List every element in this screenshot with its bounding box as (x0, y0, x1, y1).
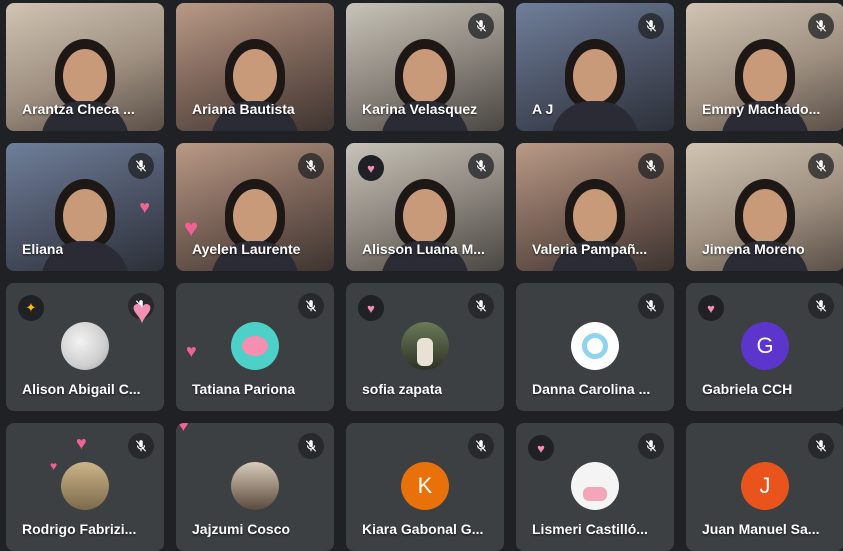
participant-tile[interactable]: ✦ ♥ Alison Abigail C... (6, 283, 164, 411)
mic-off-icon (128, 433, 154, 459)
avatar (61, 462, 109, 510)
participant-name: Tatiana Pariona (192, 381, 296, 397)
participant-tile[interactable]: Emmy Machado... (686, 3, 843, 131)
heart-icon: ♥ (76, 433, 87, 453)
participant-tile[interactable]: ♥ Jajzumi Cosco (176, 423, 334, 551)
participant-name: Karina Velasquez (362, 101, 478, 117)
participant-tile[interactable]: ♥ Ayelen Laurente (176, 143, 334, 271)
mic-off-icon (638, 433, 664, 459)
heart-icon: ♥ (184, 215, 199, 242)
heart-icon: ♥ (131, 293, 152, 331)
mic-off-icon (128, 153, 154, 179)
mic-off-icon (298, 293, 324, 319)
participant-name: Valeria Pampañ... (532, 241, 648, 257)
participant-grid: Arantza Checa ... Ariana Bautista Karina… (6, 3, 843, 551)
avatar (231, 462, 279, 510)
participant-tile[interactable]: Valeria Pampañ... (516, 143, 674, 271)
participant-tile[interactable]: Arantza Checa ... (6, 3, 164, 131)
avatar (231, 322, 279, 370)
mic-off-icon (808, 293, 834, 319)
heart-icon: ♥ (358, 295, 384, 321)
participant-name: Alisson Luana M... (362, 241, 485, 257)
heart-icon: ♥ (358, 155, 384, 181)
mic-off-icon (468, 153, 494, 179)
participant-tile[interactable]: Karina Velasquez (346, 3, 504, 131)
participant-video (549, 35, 641, 131)
heart-icon: ♥ (698, 295, 724, 321)
avatar (571, 462, 619, 510)
avatar (61, 322, 109, 370)
heart-icon: ♥ (50, 459, 58, 473)
participant-name: Emmy Machado... (702, 101, 821, 117)
participant-tile[interactable]: ♥ ♥ Rodrigo Fabrizi... (6, 423, 164, 551)
participant-tile[interactable]: ♥ G Gabriela CCH (686, 283, 843, 411)
participant-name: sofia zapata (362, 381, 443, 397)
participant-tile[interactable]: ♥ Eliana (6, 143, 164, 271)
mic-off-icon (808, 433, 834, 459)
participant-name: Kiara Gabonal G... (362, 521, 484, 537)
heart-icon: ♥ (178, 423, 189, 435)
participant-tile[interactable]: ♥ sofia zapata (346, 283, 504, 411)
participant-tile[interactable]: J Juan Manuel Sa... (686, 423, 843, 551)
mic-off-icon (468, 433, 494, 459)
avatar: G (741, 322, 789, 370)
participant-tile[interactable]: A J (516, 3, 674, 131)
participant-tile[interactable]: ♥ Alisson Luana M... (346, 143, 504, 271)
mic-off-icon (638, 293, 664, 319)
participant-name: Arantza Checa ... (22, 101, 135, 117)
participant-tile[interactable]: ♥ Tatiana Pariona (176, 283, 334, 411)
avatar (571, 322, 619, 370)
heart-icon: ♥ (186, 341, 197, 361)
participant-name: Danna Carolina ... (532, 381, 651, 397)
heart-icon: ♥ (139, 197, 150, 217)
mic-off-icon (298, 153, 324, 179)
participant-tile[interactable]: Jimena Moreno (686, 143, 843, 271)
mic-off-icon (298, 433, 324, 459)
participant-name: Ariana Bautista (192, 101, 295, 117)
avatar: J (741, 462, 789, 510)
participant-tile[interactable]: Danna Carolina ... (516, 283, 674, 411)
avatar (401, 322, 449, 370)
participant-name: Jimena Moreno (702, 241, 805, 257)
mic-off-icon (638, 153, 664, 179)
party-popper-icon: ✦ (18, 295, 44, 321)
participant-tile[interactable]: Ariana Bautista (176, 3, 334, 131)
participant-name: Ayelen Laurente (192, 241, 301, 257)
mic-off-icon (468, 13, 494, 39)
mic-off-icon (468, 293, 494, 319)
participant-name: Jajzumi Cosco (192, 521, 291, 537)
participant-name: A J (532, 101, 554, 117)
participant-name: Juan Manuel Sa... (702, 521, 820, 537)
participant-tile[interactable]: ♥ Lismeri Castilló... (516, 423, 674, 551)
participant-name: Alison Abigail C... (22, 381, 141, 397)
avatar: K (401, 462, 449, 510)
participant-name: Rodrigo Fabrizi... (22, 521, 137, 537)
participant-name: Gabriela CCH (702, 381, 793, 397)
participant-name: Lismeri Castilló... (532, 521, 648, 537)
heart-icon: ♥ (528, 435, 554, 461)
mic-off-icon (808, 153, 834, 179)
participant-name: Eliana (22, 241, 64, 257)
participant-tile[interactable]: K Kiara Gabonal G... (346, 423, 504, 551)
mic-off-icon (808, 13, 834, 39)
mic-off-icon (638, 13, 664, 39)
